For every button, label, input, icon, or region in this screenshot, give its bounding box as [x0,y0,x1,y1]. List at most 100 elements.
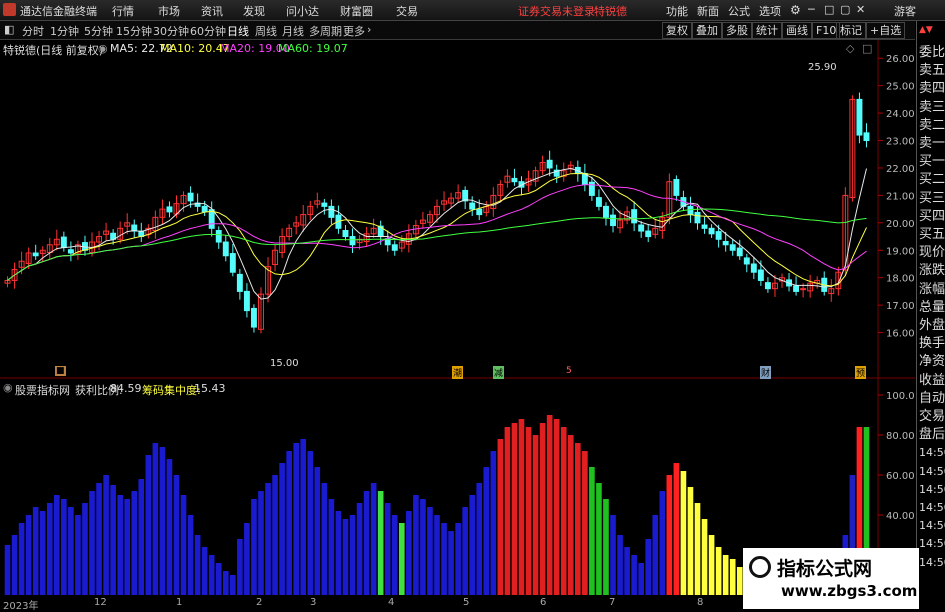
menu-formula[interactable]: 公式 [728,3,750,19]
side-panel-item[interactable]: 买四 [919,209,945,224]
candle-body [342,230,349,238]
side-panel-item[interactable]: 总量 [919,300,945,315]
side-panel-item[interactable]: 换手 [919,336,945,351]
side-panel-item[interactable]: 自动 [919,391,945,406]
event-marker[interactable]: 5 [565,366,573,376]
side-panel-item[interactable]: 卖四 [919,81,945,96]
restore-icon[interactable]: □ [824,3,834,16]
tab-15min[interactable]: 15分钟 [116,23,152,39]
candle-body [595,197,602,207]
side-panel-item[interactable]: 卖二 [919,118,945,133]
tab-more[interactable]: 更多 [343,23,365,39]
guest-label[interactable]: 游客 [894,3,916,19]
side-panel-item[interactable]: 买三 [919,191,945,206]
menu-new-page[interactable]: 新面 [697,3,719,19]
side-panel-item[interactable]: 涨幅 [919,282,945,297]
stock-name-title: 特锐德 [594,5,627,18]
indicator-name[interactable]: 股票指标网 [15,382,70,398]
menu-trade[interactable]: 交易 [396,3,418,19]
indicator-bar [53,495,60,595]
indicator-bar [589,467,595,595]
indicator-bar [18,523,25,595]
side-panel-item[interactable]: 现价 [919,245,945,260]
event-marker[interactable]: 财 [760,366,772,379]
tab-1min[interactable]: 1分钟 [50,23,79,39]
indicator-bar [673,463,680,595]
stats-button[interactable]: 统计 [752,22,782,39]
tab-5min[interactable]: 5分钟 [84,23,113,39]
tab-multi-period[interactable]: 多周期 [309,23,342,39]
indicator-bar [434,515,440,595]
price-tick-label: 22.00 [886,164,915,175]
menu-ask[interactable]: 问小达 [286,3,319,19]
side-panel-item[interactable]: 卖三 [919,100,945,115]
tab-30min[interactable]: 30分钟 [153,23,189,39]
indicator-bar [448,531,454,595]
side-panel-item[interactable]: 买二 [919,172,945,187]
adjust-button[interactable]: 复权 [662,22,692,39]
indicator-bar [180,495,187,595]
event-marker[interactable]: 预 [855,366,867,379]
indicator-bar [483,467,490,595]
menu-quotes[interactable]: 行情 [112,3,134,19]
login-warning[interactable]: 证券交易未登录 [518,3,595,19]
side-panel-item[interactable]: 卖五 [919,63,945,78]
side-panel-item[interactable]: 14:50 [919,464,945,479]
indicator-bar [237,539,243,595]
mark-button[interactable]: 标记 [836,22,866,39]
more-chevron-icon[interactable]: › [367,23,371,36]
menu-function[interactable]: 功能 [666,3,688,19]
side-panel-item[interactable]: 14:50 [919,518,945,533]
indicator-bar [46,503,53,595]
side-panel-item[interactable]: 盘后 [919,427,945,442]
menu-news[interactable]: 资讯 [201,3,223,19]
indicator-bar [75,515,81,595]
menu-discover[interactable]: 发现 [243,3,265,19]
chart-area[interactable]: 26.00 25.00 24.00 23.00 22.00 21.00 20.00 19.00… [0,40,915,609]
indicator-bar [603,499,609,595]
tab-60min[interactable]: 60分钟 [190,23,226,39]
side-panel-item[interactable]: 收益 [919,373,945,388]
indicator-bar [25,515,32,595]
side-panel-item[interactable]: 买一 [919,154,945,169]
indicator-bar [321,483,328,595]
event-marker[interactable]: 减 [493,366,505,379]
close-icon[interactable]: ✕ [856,3,865,16]
side-panel-item[interactable]: 14:50 [919,482,945,497]
side-panel-item[interactable]: 涨跌 [919,263,945,278]
tab-daily[interactable]: 日线 [227,23,249,39]
indicator-dot-icon[interactable]: ◉ [3,381,13,394]
title-bar: 通达信金融终端 行情 市场 资讯 发现 问小达 财富圈 交易 证券交易未登录 特… [0,0,945,21]
draw-button[interactable]: 画线 [782,22,812,39]
tab-monthly[interactable]: 月线 [282,23,304,39]
multi-stock-button[interactable]: 多股 [722,22,752,39]
tab-weekly[interactable]: 周线 [255,23,277,39]
indicator-bar [96,483,102,595]
candle-body [476,208,483,216]
side-panel-item[interactable]: 14:50 [919,500,945,515]
add-watchlist-button[interactable]: +自选 [866,22,906,39]
indicator-bar [89,491,95,595]
side-panel-item[interactable]: 买五 [919,227,945,242]
candle-body [67,249,74,254]
event-marker[interactable]: 潮 [452,366,464,379]
panel-toggle-icon[interactable]: ◧ [4,23,14,36]
date-label: 8 [697,597,704,608]
side-panel-item[interactable]: 卖一 [919,136,945,151]
settings-icon[interactable]: ⚙ [790,3,801,17]
menu-market[interactable]: 市场 [158,3,180,19]
side-panel-item[interactable]: 净资 [919,354,945,369]
side-panel-item[interactable]: 外盘 [919,318,945,333]
minimize-icon[interactable]: ─ [808,3,815,16]
maximize-icon[interactable]: ▢ [840,3,850,16]
tab-timeshare[interactable]: 分时 [22,23,44,39]
event-marker[interactable]: ■ [55,366,66,376]
side-panel-item[interactable]: 14:50 [919,555,945,570]
side-panel-item[interactable]: 14:50 [919,445,945,460]
overlay-button[interactable]: 叠加 [692,22,722,39]
side-panel-item[interactable]: 交易 [919,409,945,424]
side-panel-item[interactable]: 14:50 [919,536,945,551]
menu-options[interactable]: 选项 [759,3,781,19]
side-panel-item[interactable]: 委比 [919,45,945,60]
menu-wealth[interactable]: 财富圈 [340,3,373,19]
